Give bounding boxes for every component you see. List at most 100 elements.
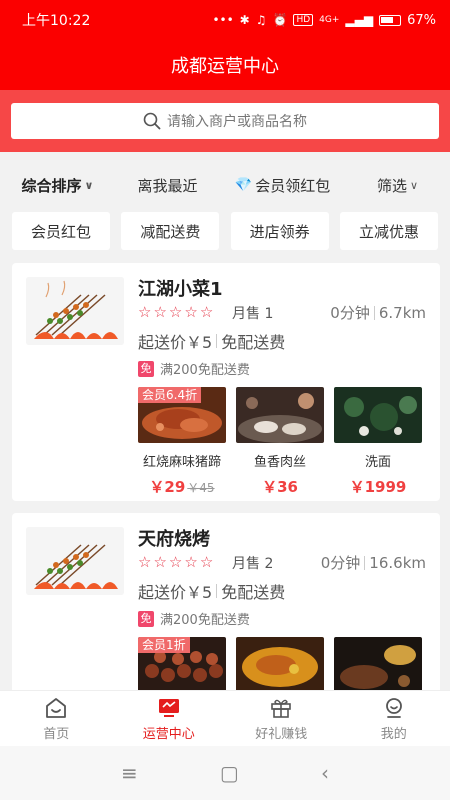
alarm-icon: ⏰: [272, 13, 288, 27]
nav-label: 运营中心: [142, 726, 195, 742]
star-icon: ☆: [199, 553, 214, 571]
menu-icon[interactable]: ≡: [121, 761, 138, 785]
mute-icon: ♫: [255, 13, 267, 27]
promo-info: 免 满200免配送费: [138, 609, 250, 628]
current-price: ￥1999: [349, 478, 407, 496]
shop-logo: [26, 527, 124, 595]
monthly-sales: 月售 1: [232, 306, 274, 322]
product-price: ￥29 ￥45: [149, 476, 214, 497]
nav-tab-home[interactable]: 首页: [0, 691, 113, 746]
app-header: 成都运营中心: [0, 40, 450, 90]
filter-chips: 会员红包 减配送费 进店领券 立减优惠: [0, 212, 450, 252]
back-icon[interactable]: ‹: [321, 761, 329, 785]
product-item[interactable]: 洗面 ￥1999: [334, 387, 422, 497]
chevron-down-icon: ∨: [84, 178, 94, 192]
star-icon: ☆: [153, 553, 167, 571]
product-name: 红烧麻味猪蹄: [142, 455, 221, 470]
star-icon: ☆: [138, 303, 152, 321]
current-price: ￥36: [262, 478, 298, 496]
shop-card[interactable]: 江湖小菜1 ☆ ☆ ☆ ☆ ☆ 月售 1 0分钟 6.7km 起送价￥5 免配送费 免 …: [12, 263, 440, 501]
nav-tab-profile[interactable]: 我的: [338, 691, 450, 746]
product-price: ￥36: [262, 476, 298, 497]
nav-tab-operations-center[interactable]: 运营中心: [113, 691, 226, 746]
monthly-sales: 月售 2: [232, 556, 274, 572]
star-icon: ☆: [184, 553, 198, 571]
star-icon: ☆: [168, 553, 183, 571]
shop-name: 江湖小菜1: [138, 279, 223, 300]
hd-badge: HD: [293, 14, 314, 26]
promo-tag: 免: [138, 360, 154, 377]
star-icon: ☆: [199, 303, 214, 321]
star-icon: ☆: [138, 553, 152, 571]
nav-label: 首页: [43, 726, 70, 742]
home-square-icon[interactable]: ▢: [220, 761, 239, 785]
delivery-time: 0分钟: [320, 554, 361, 572]
filter-chip-instant-discount[interactable]: 立减优惠: [339, 212, 438, 250]
current-price: ￥29: [149, 478, 186, 496]
filter-chip-reduced-delivery[interactable]: 减配送费: [121, 212, 220, 250]
shop-logo: [26, 277, 124, 345]
product-item[interactable]: [236, 637, 324, 693]
product-name: 洗面: [364, 455, 391, 470]
search-input[interactable]: 请输入商户或商品名称: [11, 103, 439, 139]
star-icon: ☆: [168, 303, 183, 321]
discount-badge: 会员1折: [138, 637, 190, 653]
sort-tab-member-coupon[interactable]: 💎 会员领红包: [220, 175, 345, 196]
network-label: 4G+: [319, 15, 340, 25]
home-icon: [44, 696, 68, 720]
original-price: ￥45: [187, 481, 215, 495]
sort-tab-label: 综合排序: [21, 176, 82, 195]
more-dots-icon: •••: [212, 13, 234, 27]
search-bar: 请输入商户或商品名称: [0, 90, 450, 152]
signal-icon: ▂▄▆: [345, 13, 374, 27]
product-price: ￥1999: [350, 476, 407, 497]
product-item[interactable]: [334, 637, 422, 693]
status-bar: 上午10:22 ••• ✱ ♫ ⏰ HD 4G+ ▂▄▆ 67%: [0, 0, 450, 40]
divider: [364, 555, 366, 570]
product-image: 会员6.4折: [138, 387, 226, 443]
filter-chip-store-coupon[interactable]: 进店领券: [230, 212, 329, 250]
nav-tab-gift-earn[interactable]: 好礼赚钱: [225, 691, 338, 746]
product-image: [236, 387, 324, 443]
system-navigation-bar: ≡ ▢ ‹: [0, 746, 450, 800]
battery-icon: [379, 14, 402, 26]
sort-bar: 综合排序 ∨ 离我最近 💎 会员领红包 筛选 ∨: [0, 162, 450, 208]
star-icon: ☆: [184, 303, 198, 321]
profile-icon: [382, 696, 406, 720]
gift-icon: [269, 696, 293, 720]
product-name: 鱼香肉丝: [253, 455, 306, 470]
monitor-icon: [157, 696, 181, 720]
divider: [373, 305, 375, 320]
product-item[interactable]: 鱼香肉丝 ￥36: [236, 387, 324, 497]
product-item[interactable]: 会员6.4折 红烧麻味猪蹄 ￥29 ￥45: [138, 387, 226, 497]
sort-tab-comprehensive[interactable]: 综合排序 ∨: [0, 175, 115, 196]
sort-tab-filter[interactable]: 筛选 ∨: [345, 175, 450, 196]
delivery-time: 0分钟: [330, 304, 370, 322]
filter-chip-member-coupon[interactable]: 会员红包: [12, 212, 110, 250]
chevron-down-icon: ∨: [409, 178, 419, 192]
bottom-navigation: 首页 运营中心 好礼赚钱 我的: [0, 690, 450, 746]
bluetooth-icon: ✱: [239, 13, 250, 27]
promo-text: 满200免配送费: [160, 363, 250, 378]
status-time: 上午10:22: [22, 13, 91, 29]
rating-stars: ☆ ☆ ☆ ☆ ☆: [138, 553, 213, 571]
product-item[interactable]: 会员1折: [138, 637, 226, 693]
shop-distance-info: 0分钟 16.6km: [321, 552, 426, 573]
status-icons: ••• ✱ ♫ ⏰ HD 4G+ ▂▄▆ 67%: [212, 13, 436, 28]
nav-label: 好礼赚钱: [255, 726, 308, 742]
delivery-fee: 免配送费: [221, 333, 286, 352]
distance: 16.6km: [369, 553, 426, 572]
product-image: 会员1折: [138, 637, 226, 693]
delivery-fee: 免配送费: [221, 583, 286, 602]
shop-distance-info: 0分钟 6.7km: [330, 302, 426, 323]
search-icon: [143, 112, 161, 130]
star-icon: ☆: [153, 303, 167, 321]
sort-tab-nearest[interactable]: 离我最近: [115, 175, 220, 196]
shop-card[interactable]: 天府烧烤 ☆ ☆ ☆ ☆ ☆ 月售 2 0分钟 16.6km 起送价￥5 免配送费 免 …: [12, 513, 440, 703]
nav-label: 我的: [380, 726, 407, 742]
sort-tab-label: 会员领红包: [255, 176, 331, 195]
battery-percent: 67%: [407, 12, 436, 28]
min-order: 起送价￥5: [138, 333, 213, 352]
sort-tab-label: 离我最近: [137, 176, 198, 195]
divider: [216, 584, 218, 598]
